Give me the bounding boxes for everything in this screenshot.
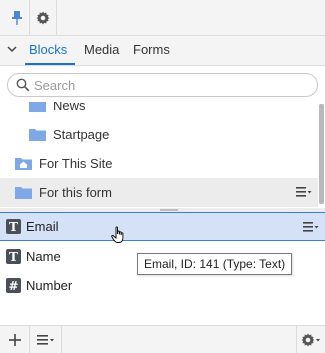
tree-item-for-this-site[interactable]: For This Site: [0, 149, 318, 178]
collapse-button[interactable]: [5, 42, 19, 56]
settings-button[interactable]: [29, 0, 57, 36]
pin-icon: [11, 11, 22, 25]
context-menu-icon[interactable]: [303, 221, 319, 233]
tree-item-label: For This Site: [39, 156, 113, 171]
gear-icon: [36, 11, 50, 25]
list-menu-button[interactable]: [30, 326, 62, 353]
menu-icon: [36, 335, 54, 345]
context-menu-icon[interactable]: [296, 186, 312, 198]
list-item-label: Number: [26, 278, 73, 293]
tab-bar: Blocks Media Forms: [0, 36, 325, 66]
top-toolbar: [0, 0, 325, 36]
tree-item-label: Startpage: [53, 127, 110, 142]
tree-item-label: For this form: [39, 185, 112, 200]
number-type-icon: #: [6, 278, 21, 293]
tree-item-startpage[interactable]: Startpage: [0, 120, 318, 149]
list-item-label: Email: [26, 219, 59, 234]
search-box[interactable]: [7, 73, 318, 97]
search-input[interactable]: [34, 77, 304, 93]
text-type-icon: T: [6, 219, 21, 234]
active-tab-indicator: [25, 63, 75, 65]
pin-button[interactable]: [3, 0, 30, 36]
search-row: [0, 66, 325, 102]
site-folder-icon: [15, 158, 32, 170]
list-item-number[interactable]: # Number: [0, 271, 325, 300]
tree-item-news[interactable]: News: [0, 102, 318, 120]
hand-cursor-icon: [111, 226, 124, 243]
settings-icon: [301, 333, 320, 347]
list-item-email[interactable]: T Email: [0, 212, 325, 241]
tab-blocks[interactable]: Blocks: [29, 42, 67, 57]
text-type-icon: T: [6, 249, 21, 264]
folder-icon: [29, 102, 46, 112]
tree-item-for-this-form[interactable]: For this form: [0, 178, 318, 207]
folder-tree: News Startpage For This Site For this fo…: [0, 102, 325, 210]
add-button[interactable]: [0, 326, 30, 353]
tab-media[interactable]: Media: [84, 42, 119, 57]
splitter-grip[interactable]: [160, 209, 178, 211]
folder-icon: [29, 129, 46, 141]
chevron-down-icon: [7, 46, 17, 52]
panel-settings-button[interactable]: [296, 326, 325, 353]
tooltip: Email, ID: 141 (Type: Text): [137, 253, 293, 275]
search-icon: [16, 78, 30, 92]
folder-icon: [15, 187, 32, 199]
plus-icon: [8, 334, 21, 346]
tree-scrollbar-thumb[interactable]: [319, 104, 324, 204]
bottom-toolbar: [0, 325, 325, 353]
tab-forms[interactable]: Forms: [133, 42, 170, 57]
tree-item-label: News: [53, 102, 86, 113]
list-item-label: Name: [26, 249, 61, 264]
